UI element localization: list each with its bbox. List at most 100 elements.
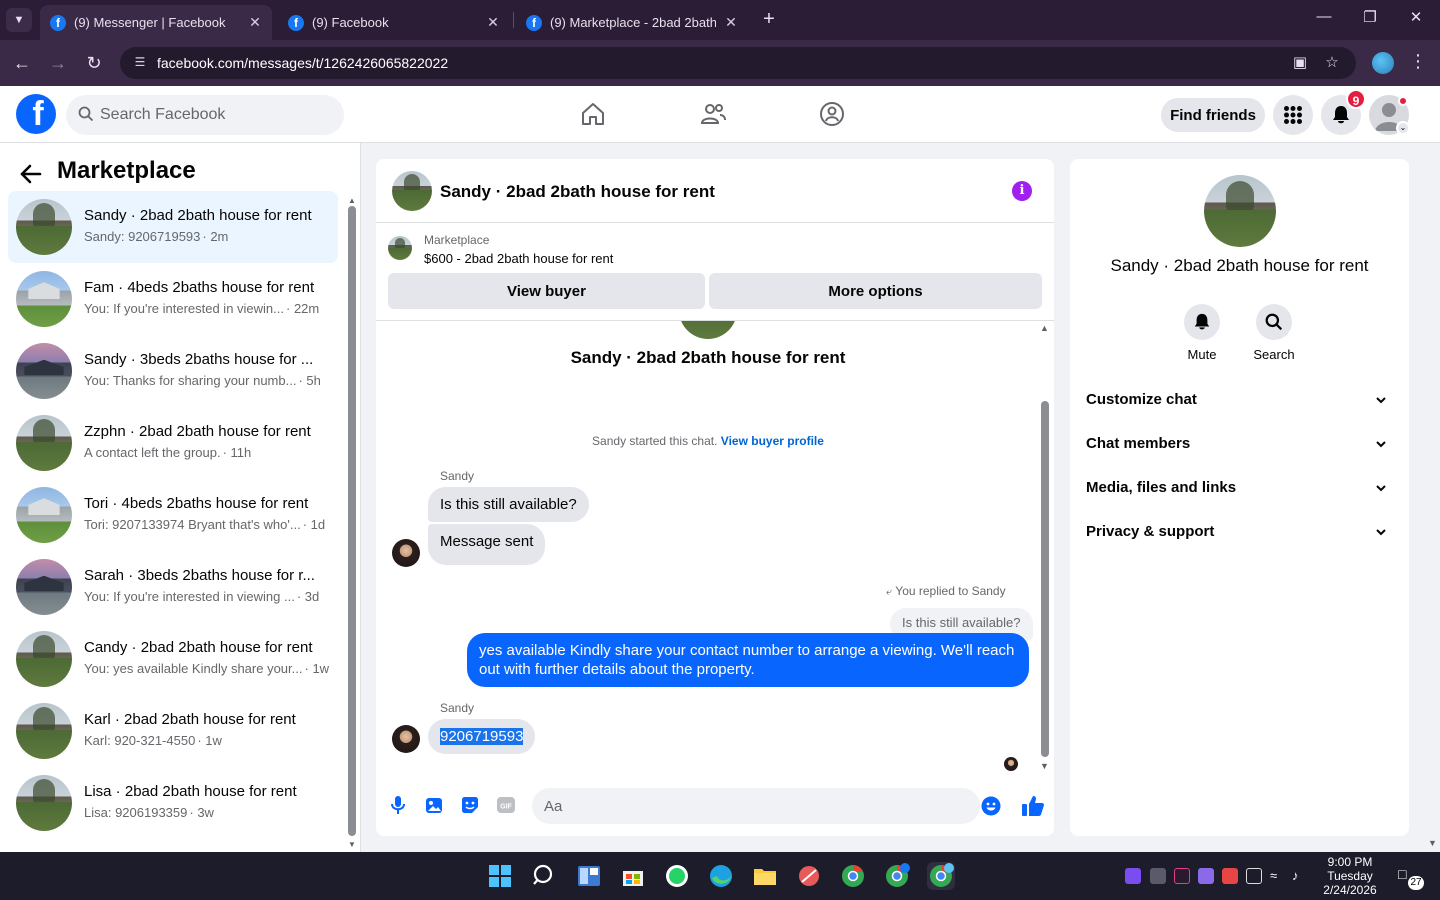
chrome-profile-icon[interactable] bbox=[883, 862, 911, 890]
taskbar-search-icon[interactable] bbox=[531, 862, 559, 890]
new-tab-icon[interactable]: + bbox=[758, 8, 780, 30]
incoming-message[interactable]: Message sent bbox=[428, 524, 546, 565]
microphone-icon[interactable] bbox=[388, 795, 408, 815]
conversation-item[interactable]: Candy · 2bad 2bath house for rent You: ye… bbox=[8, 623, 338, 695]
info-icon[interactable]: i bbox=[1012, 181, 1032, 201]
incoming-message[interactable]: Is this still available? bbox=[428, 487, 589, 522]
outgoing-message[interactable]: yes available Kindly share your contact … bbox=[467, 633, 1029, 687]
windows-start-icon[interactable] bbox=[486, 862, 514, 890]
tray-cloud-icon[interactable] bbox=[1150, 868, 1166, 884]
scroll-down-icon[interactable]: ▼ bbox=[1040, 761, 1049, 771]
conversation-item[interactable]: Sarah · 3beds 2baths house for r... You: … bbox=[8, 551, 338, 623]
notification-center-icon[interactable]: □ 27 bbox=[1398, 866, 1424, 890]
back-arrow-icon[interactable] bbox=[18, 161, 44, 187]
scroll-up-icon[interactable]: ▲ bbox=[348, 196, 356, 205]
facebook-logo-icon[interactable]: f bbox=[16, 94, 56, 134]
minimize-icon[interactable]: — bbox=[1314, 8, 1334, 25]
selected-phone-number[interactable]: 9206719593 bbox=[440, 728, 524, 745]
sidebar-scrollbar[interactable]: ▲ bbox=[347, 196, 356, 836]
taskbar-clock[interactable]: 9:00 PM Tuesday 2/24/2026 bbox=[1318, 855, 1382, 897]
scroll-up-icon[interactable]: ▲ bbox=[1040, 323, 1049, 333]
widgets-icon[interactable] bbox=[575, 862, 603, 890]
photo-icon[interactable] bbox=[424, 795, 444, 815]
gif-icon[interactable]: GIF bbox=[496, 795, 516, 815]
browser-menu-icon[interactable]: ⋮ bbox=[1408, 51, 1428, 72]
file-explorer-icon[interactable] bbox=[751, 862, 779, 890]
conversation-item[interactable]: Zzphn · 2bad 2bath house for rent A conta… bbox=[8, 407, 338, 479]
view-buyer-button[interactable]: View buyer bbox=[388, 273, 705, 309]
address-bar[interactable]: ☰ facebook.com/messages/t/12624260658220… bbox=[120, 47, 1356, 79]
conversation-avatar[interactable] bbox=[392, 171, 432, 211]
url-text[interactable]: facebook.com/messages/t/1262426065822022 bbox=[157, 55, 448, 71]
volume-icon[interactable]: ♪ bbox=[1292, 868, 1308, 884]
view-buyer-profile-link[interactable]: View buyer profile bbox=[721, 434, 824, 448]
tray-usb-icon[interactable] bbox=[1246, 868, 1262, 884]
reload-icon[interactable]: ↻ bbox=[83, 52, 105, 74]
section-chat-members[interactable]: Chat members bbox=[1086, 435, 1396, 459]
scrollbar-thumb[interactable] bbox=[1041, 401, 1049, 757]
listing-title[interactable]: $600 - 2bad 2bath house for rent bbox=[424, 251, 613, 266]
conversation-item[interactable]: Sandy · 2bad 2bath house for rent Sandy: … bbox=[8, 191, 338, 263]
groups-icon[interactable] bbox=[818, 100, 846, 128]
tab-search-dropdown[interactable]: ▼ bbox=[6, 8, 32, 32]
browser-profile-icon[interactable] bbox=[1372, 52, 1394, 74]
thread-scrollbar[interactable]: ▲ ▼ bbox=[1040, 321, 1050, 773]
friends-icon[interactable] bbox=[699, 100, 727, 128]
conversation-item[interactable]: Lisa · 2bad 2bath house for rent Lisa: 92… bbox=[8, 767, 338, 839]
mute-button[interactable]: Mute bbox=[1172, 304, 1232, 362]
restore-icon[interactable]: ❐ bbox=[1360, 8, 1380, 26]
emoji-icon[interactable] bbox=[981, 796, 1001, 816]
facebook-search[interactable] bbox=[66, 95, 344, 135]
wifi-icon[interactable]: ≈ bbox=[1270, 868, 1286, 884]
sticker-icon[interactable] bbox=[460, 795, 480, 815]
tab-facebook[interactable]: f (9) Facebook ✕ bbox=[278, 5, 510, 40]
close-icon[interactable]: ✕ bbox=[248, 14, 262, 31]
close-icon[interactable]: ✕ bbox=[486, 14, 500, 31]
site-settings-icon[interactable]: ☰ bbox=[132, 55, 148, 71]
close-icon[interactable]: ✕ bbox=[724, 14, 738, 31]
tray-app-icon[interactable] bbox=[1125, 868, 1141, 884]
section-media-files-links[interactable]: Media, files and links bbox=[1086, 479, 1396, 503]
tab-messenger[interactable]: f (9) Messenger | Facebook ✕ bbox=[40, 5, 272, 40]
microsoft-store-icon[interactable] bbox=[619, 862, 647, 890]
menu-grid-button[interactable] bbox=[1273, 95, 1313, 135]
message-input[interactable] bbox=[532, 788, 980, 824]
section-customize-chat[interactable]: Customize chat bbox=[1086, 391, 1396, 415]
edge-icon[interactable] bbox=[707, 862, 735, 890]
listing-thumbnail[interactable] bbox=[388, 236, 412, 260]
conversation-avatar-large[interactable] bbox=[1204, 175, 1276, 247]
chrome-active-icon[interactable] bbox=[927, 862, 955, 890]
back-icon[interactable]: ← bbox=[11, 52, 33, 74]
find-friends-button[interactable]: Find friends bbox=[1161, 98, 1265, 132]
conversation-item[interactable]: Tori · 4beds 2baths house for rent Tori: … bbox=[8, 479, 338, 551]
install-app-icon[interactable]: ▣ bbox=[1290, 53, 1310, 73]
conversation-item[interactable]: Fam · 4beds 2baths house for rent You: If… bbox=[8, 263, 338, 335]
conversation-item[interactable]: Karl · 2bad 2bath house for rent Karl: 92… bbox=[8, 695, 338, 767]
scrollbar-thumb[interactable] bbox=[348, 206, 356, 836]
tab-marketplace[interactable]: f (9) Marketplace - 2bad 2bath h ✕ bbox=[516, 5, 748, 40]
forward-icon[interactable]: → bbox=[47, 52, 69, 74]
home-icon[interactable] bbox=[579, 100, 607, 128]
incoming-message[interactable]: 9206719593 bbox=[428, 719, 536, 754]
chat-title[interactable]: Sandy · 2bad 2bath house for rent bbox=[440, 182, 715, 202]
chrome-icon[interactable] bbox=[839, 862, 867, 890]
whatsapp-icon[interactable] bbox=[663, 862, 691, 890]
bookmark-star-icon[interactable]: ☆ bbox=[1322, 53, 1342, 73]
sender-avatar[interactable] bbox=[392, 539, 420, 567]
search-input[interactable] bbox=[100, 95, 336, 135]
search-conversation-button[interactable]: Search bbox=[1244, 304, 1304, 362]
scroll-down-icon[interactable]: ▼ bbox=[348, 840, 356, 849]
section-privacy-support[interactable]: Privacy & support bbox=[1086, 523, 1396, 547]
thumbs-up-icon[interactable] bbox=[1021, 794, 1045, 818]
tray-app-icon[interactable] bbox=[1198, 868, 1214, 884]
snipping-tool-icon[interactable] bbox=[795, 862, 823, 890]
tray-app-icon[interactable] bbox=[1222, 868, 1238, 884]
conversation-item[interactable]: Sandy · 3beds 2baths house for ... You: T… bbox=[8, 335, 338, 407]
more-options-button[interactable]: More options bbox=[709, 273, 1042, 309]
message-thread[interactable]: Sandy · 2bad 2bath house for rent Sandy … bbox=[376, 321, 1054, 773]
chevron-down-icon[interactable]: ⌄ bbox=[1396, 121, 1410, 135]
sender-avatar[interactable] bbox=[392, 725, 420, 753]
scroll-down-icon[interactable]: ▼ bbox=[1428, 838, 1437, 848]
window-close-icon[interactable]: ✕ bbox=[1406, 8, 1426, 26]
tray-app-icon[interactable] bbox=[1174, 868, 1190, 884]
